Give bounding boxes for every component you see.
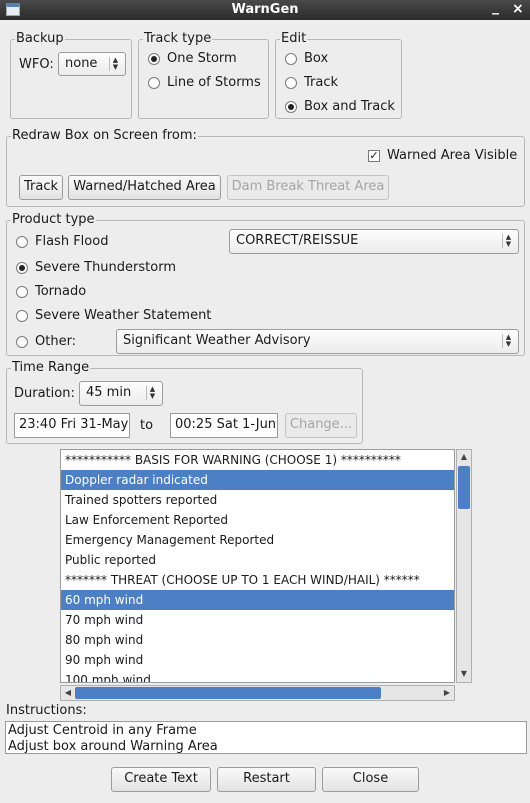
instruction-line: Adjust box around Warning Area <box>8 739 218 754</box>
edit-legend: Edit <box>280 31 308 47</box>
radio-box-and-track[interactable] <box>285 101 297 113</box>
radio-box[interactable] <box>285 53 297 65</box>
label-box: Box <box>304 51 329 66</box>
radio-flash-flood[interactable] <box>16 236 28 248</box>
label-tornado: Tornado <box>35 284 87 299</box>
change-button: Change... <box>285 413 357 438</box>
vertical-scroll-thumb[interactable] <box>458 466 470 509</box>
updown-arrows-icon: ▲ ▼ <box>502 234 514 248</box>
radio-other[interactable] <box>16 336 28 348</box>
dam-break-threat-area-button: Dam Break Threat Area <box>227 175 389 200</box>
label-track: Track <box>304 75 339 90</box>
other-product-select[interactable]: Significant Weather Advisory ▲ ▼ <box>116 329 519 354</box>
label-line-of-storms: Line of Storms <box>167 75 261 90</box>
list-item[interactable]: 100 mph wind <box>61 670 454 682</box>
instructions-box: Adjust Centroid in any Frame Adjust box … <box>5 721 527 754</box>
label-flash-flood: Flash Flood <box>35 234 109 249</box>
horizontal-scrollbar[interactable]: ◀ ▶ <box>60 685 455 701</box>
product-type-legend: Product type <box>11 212 96 228</box>
window-title: WarnGen <box>231 2 299 17</box>
list-item[interactable]: Doppler radar indicated <box>61 470 454 490</box>
title-bar: WarnGen _ × <box>0 0 530 20</box>
label-other: Other: <box>35 334 77 349</box>
scroll-down-icon[interactable]: ▼ <box>457 668 471 680</box>
instructions-label: Instructions: <box>6 703 87 718</box>
backup-group: Backup <box>10 31 132 119</box>
correction-value: CORRECT/REISSUE <box>236 233 359 248</box>
radio-one-storm[interactable] <box>148 53 160 65</box>
list-item[interactable]: Emergency Management Reported <box>61 530 454 550</box>
label-box-and-track: Box and Track <box>304 99 395 114</box>
list-item[interactable]: ******* THREAT (CHOOSE UP TO 1 EACH WIND… <box>61 570 454 590</box>
duration-spinner[interactable]: 45 min ▲ ▼ <box>79 381 163 406</box>
radio-line-of-storms[interactable] <box>148 77 160 89</box>
to-label: to <box>140 418 154 433</box>
duration-value: 45 min <box>86 385 132 400</box>
scroll-left-icon[interactable]: ◀ <box>61 687 75 699</box>
list-item[interactable]: 90 mph wind <box>61 650 454 670</box>
time-range-legend: Time Range <box>11 360 91 376</box>
list-item[interactable]: 70 mph wind <box>61 610 454 630</box>
track-type-legend: Track type <box>143 31 213 47</box>
list-item[interactable]: 60 mph wind <box>61 590 454 610</box>
minimize-icon[interactable]: _ <box>492 0 499 15</box>
updown-arrows-icon: ▲ ▼ <box>502 334 514 348</box>
warned-area-visible-checkbox[interactable]: ✓ <box>368 150 380 162</box>
other-product-value: Significant Weather Advisory <box>123 333 311 348</box>
updown-arrows-icon: ▲ ▼ <box>109 57 121 71</box>
track-button[interactable]: Track <box>19 175 63 200</box>
close-button[interactable]: Close <box>322 767 419 792</box>
horizontal-scroll-thumb[interactable] <box>75 687 381 699</box>
wfo-value: none <box>65 56 98 71</box>
redraw-legend: Redraw Box on Screen from: <box>11 128 198 144</box>
radio-severe-weather-statement[interactable] <box>16 310 28 322</box>
scroll-up-icon[interactable]: ▲ <box>457 451 471 463</box>
start-time-field[interactable]: 23:40 Fri 31-May <box>14 413 130 438</box>
create-text-button[interactable]: Create Text <box>111 767 211 792</box>
backup-legend: Backup <box>15 31 65 47</box>
label-severe-thunderstorm: Severe Thunderstorm <box>35 260 176 275</box>
warned-hatched-area-button[interactable]: Warned/Hatched Area <box>68 175 221 200</box>
bullet-list[interactable]: *********** BASIS FOR WARNING (CHOOSE 1)… <box>60 449 455 683</box>
wfo-select[interactable]: none ▲ ▼ <box>58 52 126 76</box>
vertical-scrollbar[interactable]: ▲ ▼ <box>456 449 472 683</box>
instruction-line: Adjust Centroid in any Frame <box>8 723 197 738</box>
radio-tornado[interactable] <box>16 286 28 298</box>
duration-label: Duration: <box>14 386 75 401</box>
label-severe-weather-statement: Severe Weather Statement <box>35 308 212 323</box>
restart-button[interactable]: Restart <box>217 767 316 792</box>
list-item[interactable]: Law Enforcement Reported <box>61 510 454 530</box>
wfo-label: WFO: <box>19 57 54 72</box>
warned-area-visible-label: Warned Area Visible <box>387 148 518 163</box>
label-one-storm: One Storm <box>167 51 237 66</box>
list-item[interactable]: *********** BASIS FOR WARNING (CHOOSE 1)… <box>61 450 454 470</box>
updown-arrows-icon: ▲ ▼ <box>146 386 158 400</box>
close-icon[interactable]: × <box>512 1 524 17</box>
radio-track[interactable] <box>285 77 297 89</box>
correction-select[interactable]: CORRECT/REISSUE ▲ ▼ <box>229 229 519 254</box>
list-item[interactable]: Trained spotters reported <box>61 490 454 510</box>
list-item[interactable]: Public reported <box>61 550 454 570</box>
end-time-field[interactable]: 00:25 Sat 1-Jun <box>170 413 278 438</box>
list-item[interactable]: 80 mph wind <box>61 630 454 650</box>
radio-severe-thunderstorm[interactable] <box>16 262 28 274</box>
scroll-right-icon[interactable]: ▶ <box>440 687 454 699</box>
